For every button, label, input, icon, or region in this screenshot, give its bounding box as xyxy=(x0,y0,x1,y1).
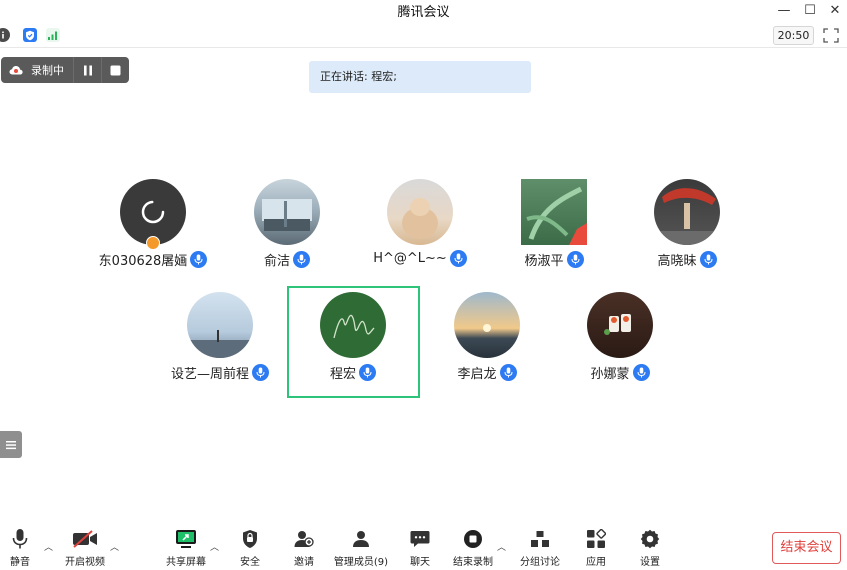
fullscreen-icon[interactable] xyxy=(823,28,839,43)
apps-button[interactable]: 应用 xyxy=(580,527,612,569)
participant-tile[interactable]: 高晓昧 xyxy=(612,179,762,289)
meeting-window: 腾讯会议 — ☐ ✕ 20:50 录制中 正在讲话: 程宏; 东030628屠婳… xyxy=(0,0,847,570)
avatar xyxy=(387,179,453,245)
manage-members-label: 管理成员(9) xyxy=(333,557,389,568)
avatar xyxy=(654,179,720,245)
stop-recording-toolbar-button[interactable]: 结束录制 xyxy=(452,527,494,569)
settings-label: 设置 xyxy=(640,557,660,568)
avatar xyxy=(587,292,653,358)
recording-label: 录制中 xyxy=(31,64,64,77)
end-meeting-button[interactable]: 结束会议 xyxy=(772,532,841,564)
settings-button[interactable]: 设置 xyxy=(634,527,666,569)
mic-on-icon xyxy=(499,364,517,381)
mute-button[interactable]: 静音 xyxy=(4,527,36,569)
participant-tile[interactable]: H^@^L~~ xyxy=(345,179,495,289)
avatar xyxy=(521,179,587,245)
member-list-toggle[interactable] xyxy=(0,431,22,458)
share-options-caret[interactable]: ︿ xyxy=(210,540,219,553)
recording-indicator: 录制中 xyxy=(1,57,129,83)
breakout-icon xyxy=(530,527,550,551)
participant-tile[interactable]: 俞洁 xyxy=(212,179,362,289)
mic-on-icon xyxy=(699,251,717,268)
participant-name-row: 孙娜蒙 xyxy=(525,363,715,382)
mic-on-icon xyxy=(293,251,310,268)
invite-button[interactable]: 邀请 xyxy=(288,527,320,569)
record-options-caret[interactable]: ︿ xyxy=(497,540,506,553)
microphone-icon xyxy=(12,527,28,551)
pause-icon xyxy=(83,65,92,75)
stop-recording-label: 结束录制 xyxy=(453,557,493,568)
manage-members-button[interactable]: 管理成员(9) xyxy=(333,527,389,569)
active-speaker-banner: 正在讲话: 程宏; xyxy=(309,61,531,93)
participant-name: 李启龙 xyxy=(457,367,497,382)
participant-name-row: 高晓昧 xyxy=(592,250,782,269)
invite-label: 邀请 xyxy=(294,557,314,568)
start-video-button[interactable]: 开启视频 xyxy=(62,527,108,569)
share-screen-button[interactable]: 共享屏幕 xyxy=(164,527,208,569)
share-screen-label: 共享屏幕 xyxy=(166,557,206,568)
share-screen-icon xyxy=(175,527,197,551)
chat-button[interactable]: 聊天 xyxy=(404,527,436,569)
security-button[interactable]: 安全 xyxy=(234,527,266,569)
avatar xyxy=(454,292,520,358)
apps-icon xyxy=(586,527,606,551)
audio-options-caret[interactable]: ︿ xyxy=(44,540,53,553)
mic-on-icon xyxy=(566,251,584,268)
participant-tile[interactable]: 杨淑平 xyxy=(479,179,629,289)
signature-icon xyxy=(333,314,375,339)
participant-name: 设艺—周前程 xyxy=(170,367,249,382)
participant-name: 俞洁 xyxy=(263,254,290,269)
participant-name: H^@^L~~ xyxy=(373,251,447,266)
signal-icon[interactable] xyxy=(46,28,60,42)
info-icon[interactable] xyxy=(0,28,10,42)
participant-name: 程宏 xyxy=(329,367,356,382)
pause-recording-button[interactable] xyxy=(73,57,101,83)
mic-on-icon xyxy=(632,364,650,381)
participant-name: 高晓昧 xyxy=(657,254,697,269)
video-off-icon xyxy=(72,527,98,551)
chat-label: 聊天 xyxy=(410,557,430,568)
title-bar: 腾讯会议 — ☐ ✕ xyxy=(0,0,847,21)
window-title: 腾讯会议 xyxy=(397,5,450,20)
mic-speaking-icon xyxy=(359,364,376,381)
avatar xyxy=(320,292,386,358)
security-shield-icon xyxy=(242,527,258,551)
participant-name: 孙娜蒙 xyxy=(590,367,630,382)
cloud-record-icon xyxy=(9,66,23,75)
list-icon xyxy=(6,440,16,449)
gear-icon xyxy=(640,527,660,551)
minimize-button[interactable]: — xyxy=(771,0,797,20)
meeting-clock: 20:50 xyxy=(773,26,814,45)
participant-name: 杨淑平 xyxy=(524,254,564,269)
recording-status: 录制中 xyxy=(1,57,73,83)
mute-label: 静音 xyxy=(10,557,30,568)
participant-tile-active[interactable]: 程宏 xyxy=(278,292,428,402)
video-options-caret[interactable]: ︿ xyxy=(110,540,119,553)
host-badge-icon xyxy=(146,236,160,250)
security-label: 安全 xyxy=(240,557,260,568)
avatar xyxy=(187,292,253,358)
shield-icon[interactable] xyxy=(23,28,37,42)
participant-tile[interactable]: 东030628屠婳 xyxy=(78,179,228,289)
participant-name: 东030628屠婳 xyxy=(98,254,188,269)
participant-tile[interactable]: 孙娜蒙 xyxy=(545,292,695,402)
maximize-button[interactable]: ☐ xyxy=(797,0,823,20)
breakout-rooms-button[interactable]: 分组讨论 xyxy=(518,527,562,569)
breakout-label: 分组讨论 xyxy=(520,557,560,568)
apps-label: 应用 xyxy=(586,557,606,568)
status-bar: 20:50 xyxy=(0,23,847,48)
invite-user-icon xyxy=(294,527,314,551)
members-icon xyxy=(350,527,372,551)
close-button[interactable]: ✕ xyxy=(822,0,847,20)
stop-icon xyxy=(110,65,121,75)
chat-icon xyxy=(410,527,430,551)
start-video-label: 开启视频 xyxy=(65,557,105,568)
participant-tile[interactable]: 李启龙 xyxy=(412,292,562,402)
stop-record-icon xyxy=(463,527,483,551)
stop-recording-button[interactable] xyxy=(101,57,129,83)
participant-tile[interactable]: 设艺—周前程 xyxy=(145,292,295,402)
avatar xyxy=(254,179,320,245)
